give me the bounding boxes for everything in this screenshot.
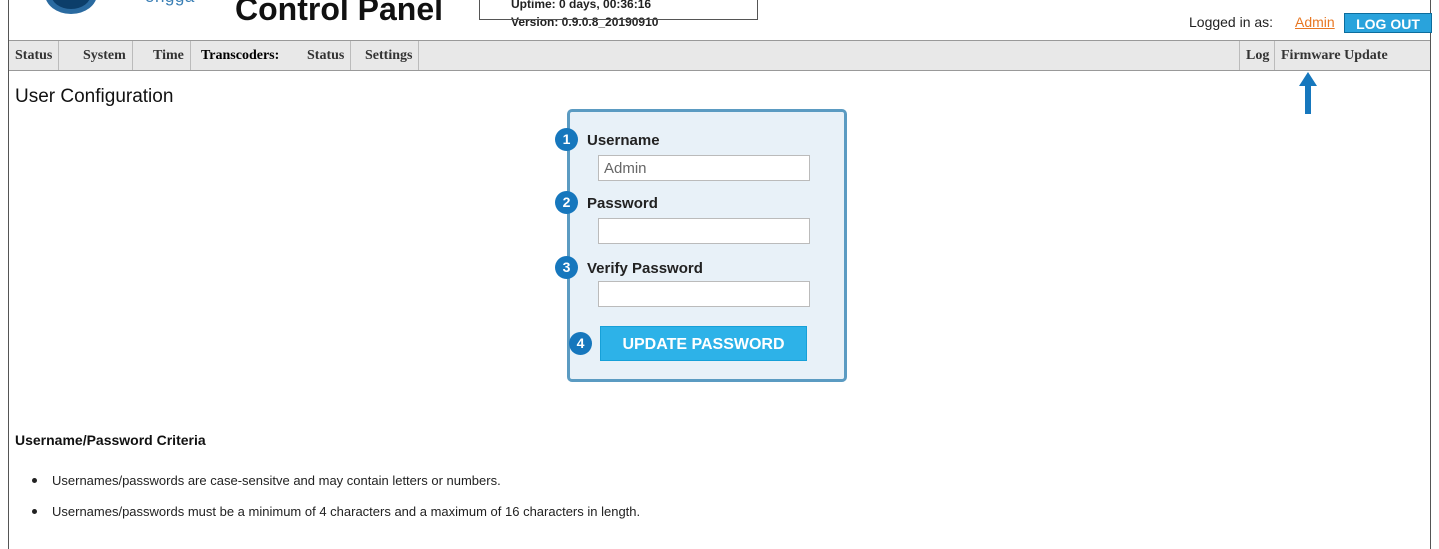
header: ongga Control Panel Uptime: 0 days, 00:3… xyxy=(9,0,1432,42)
update-password-button[interactable]: UPDATE PASSWORD xyxy=(600,326,807,361)
nav-item-time[interactable]: Time xyxy=(147,41,191,70)
globe-logo-icon xyxy=(46,0,96,14)
list-item: Usernames/passwords must be a minimum of… xyxy=(15,503,640,520)
criteria-text: Usernames/passwords must be a minimum of… xyxy=(52,504,641,519)
logout-button[interactable]: LOG OUT xyxy=(1344,13,1432,33)
password-label: Password xyxy=(587,195,658,212)
nav-label-transcoders: Transcoders: xyxy=(201,48,280,63)
bullet-icon xyxy=(32,478,37,483)
version-text: Version: 0.9.0.8_20190910 xyxy=(511,15,659,29)
list-item: Usernames/passwords are case-sensitve an… xyxy=(15,472,640,489)
logo-text: ongga xyxy=(145,0,195,7)
step-badge-1: 1 xyxy=(555,128,578,151)
divider xyxy=(479,0,480,19)
verify-password-input[interactable] xyxy=(598,281,810,307)
divider xyxy=(479,19,758,20)
user-link[interactable]: Admin xyxy=(1295,14,1335,30)
logo: ongga xyxy=(29,0,229,22)
nav-item-settings[interactable]: Settings xyxy=(359,41,420,70)
nav-item-log[interactable]: Log xyxy=(1239,41,1275,70)
logged-in-label: Logged in as: xyxy=(1189,14,1274,30)
criteria-list: Usernames/passwords are case-sensitve an… xyxy=(15,472,640,534)
nav-item-firmware-update[interactable]: Firmware Update xyxy=(1274,41,1394,70)
page-title: User Configuration xyxy=(15,86,174,107)
username-label: Username xyxy=(587,132,660,149)
verify-password-label: Verify Password xyxy=(587,260,703,277)
step-badge-2: 2 xyxy=(555,191,578,214)
nav-item-status[interactable]: Status xyxy=(9,41,60,70)
criteria-text: Usernames/passwords are case-sensitve an… xyxy=(52,473,501,488)
nav-item-system[interactable]: System xyxy=(77,41,133,70)
page-frame: ongga Control Panel Uptime: 0 days, 00:3… xyxy=(8,0,1432,549)
arrow-up-icon xyxy=(1299,72,1317,114)
criteria-heading: Username/Password Criteria xyxy=(15,432,206,448)
divider xyxy=(757,0,758,19)
app-title: Control Panel xyxy=(235,0,444,27)
nav-item-transcoder-status[interactable]: Status xyxy=(301,41,352,70)
nav-bar: Status System Time Transcoders: Status S… xyxy=(9,40,1430,71)
bullet-icon xyxy=(32,509,37,514)
uptime-text: Uptime: 0 days, 00:36:16 xyxy=(511,0,652,11)
username-input[interactable] xyxy=(598,155,810,181)
step-badge-3: 3 xyxy=(555,256,578,279)
password-input[interactable] xyxy=(598,218,810,244)
step-badge-4: 4 xyxy=(569,332,592,355)
